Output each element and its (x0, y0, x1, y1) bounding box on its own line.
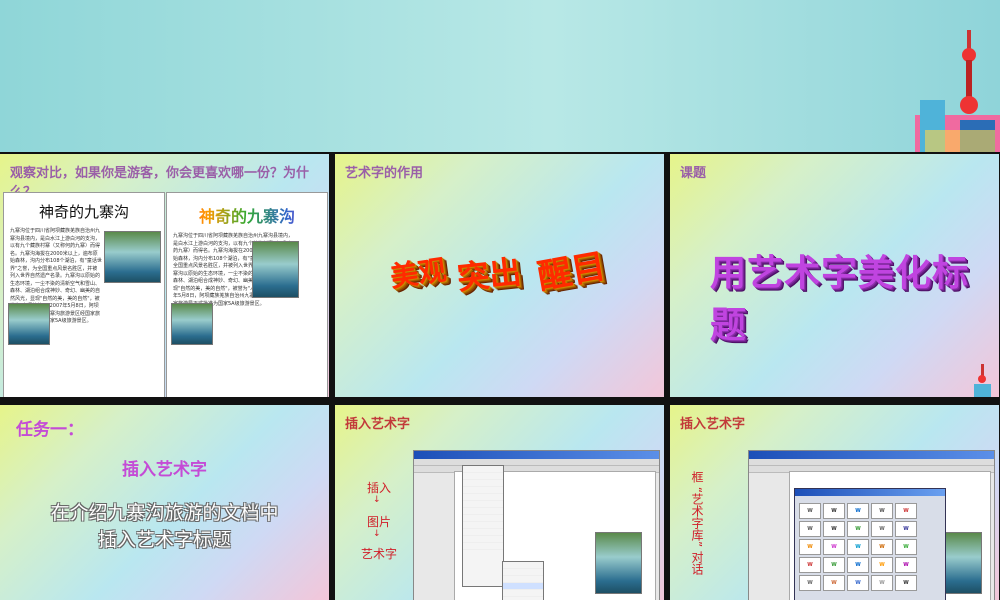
slide-compare[interactable]: 观察对比，如果你是游客，你会更喜欢哪一份？为什么？ 神奇的九寨沟 九寨沟位于四川… (0, 154, 329, 397)
window-titlebar (414, 451, 659, 459)
tower-illustration (915, 30, 1000, 152)
task-description: 在介绍九寨沟旅游的文档中 插入艺术字标题 (0, 500, 329, 554)
top-banner (0, 0, 1000, 152)
lesson-headline: 用艺术字美化标题 (710, 253, 970, 346)
picture-submenu (502, 561, 544, 600)
waterfall-image (940, 532, 982, 594)
slide-insert-menu[interactable]: 插入艺术字 插入 ↓ 图片 ↓ 艺术字 (335, 405, 664, 600)
slide-title: 插入艺术字 (345, 417, 411, 432)
slide-wordart-purpose[interactable]: 艺术字的作用 美观 突出 醒目 (335, 154, 664, 397)
wordart-doc-title: 神奇的九寨沟 (167, 203, 327, 227)
task-subtitle: 插入艺术字 (122, 460, 207, 480)
slide-lesson-title[interactable]: 课题 用艺术字美化标题 (670, 154, 999, 397)
step-wordart: 艺术字 (361, 547, 398, 561)
slide-task-one[interactable]: 任务一： 插入艺术字 在介绍九寨沟旅游的文档中 插入艺术字标题 (0, 405, 329, 600)
insert-menu (462, 465, 504, 587)
step-insert: 插入 (367, 481, 392, 495)
waterfall-image (252, 241, 299, 298)
wordart-word-2: 突出 (455, 252, 524, 298)
plain-doc-title: 神奇的九寨沟 (38, 203, 129, 221)
lake-image (8, 303, 50, 345)
slide-wordart-gallery[interactable]: 插入艺术字 框 “艺术字库” 对话 WWWWW WWWWW WWWWW WWWW… (670, 405, 999, 600)
window-titlebar (749, 451, 994, 459)
dialog-titlebar (795, 489, 945, 496)
wordart-style-grid: WWWWW WWWWW WWWWW WWWWW WWWWW (799, 503, 917, 591)
slide-title: 艺术字的作用 (345, 166, 424, 181)
slide-title: 课题 (680, 166, 707, 181)
wordart-word-1: 美观 (388, 253, 449, 294)
slide-title: 插入艺术字 (680, 417, 746, 432)
task-line-1: 在介绍九寨沟旅游的文档中 (50, 502, 279, 524)
lake-image (171, 303, 213, 345)
arrow-down-icon: ↓ (373, 529, 381, 539)
gallery-dialog-label: 框 “艺术字库” 对话 (690, 471, 704, 576)
menu-bar (749, 459, 994, 466)
task-heading: 任务一： (16, 420, 84, 440)
tower-illustration (974, 364, 991, 397)
arrow-down-icon: ↓ (373, 495, 381, 505)
waterfall-image (104, 231, 161, 283)
waterfall-image (595, 532, 642, 594)
wordart-document: 神奇的九寨沟 九寨沟位于四川省阿坝藏族羌族自治州九寨沟县境内，是白水江上游白河的… (166, 192, 328, 397)
step-picture: 图片 (367, 515, 392, 529)
wordart-word-3: 醒目 (534, 246, 609, 298)
task-line-2: 插入艺术字标题 (97, 529, 231, 551)
wordart-gallery-dialog: WWWWW WWWWW WWWWW WWWWW WWWWW (794, 488, 946, 600)
word-screenshot: WWWWW WWWWW WWWWW WWWWW WWWWW (748, 450, 995, 600)
plain-document: 神奇的九寨沟 九寨沟位于四川省阿坝藏族羌族自治州九寨沟县境内，是白水江上游白河的… (3, 192, 165, 397)
menu-bar (414, 459, 659, 466)
word-screenshot (413, 450, 660, 600)
